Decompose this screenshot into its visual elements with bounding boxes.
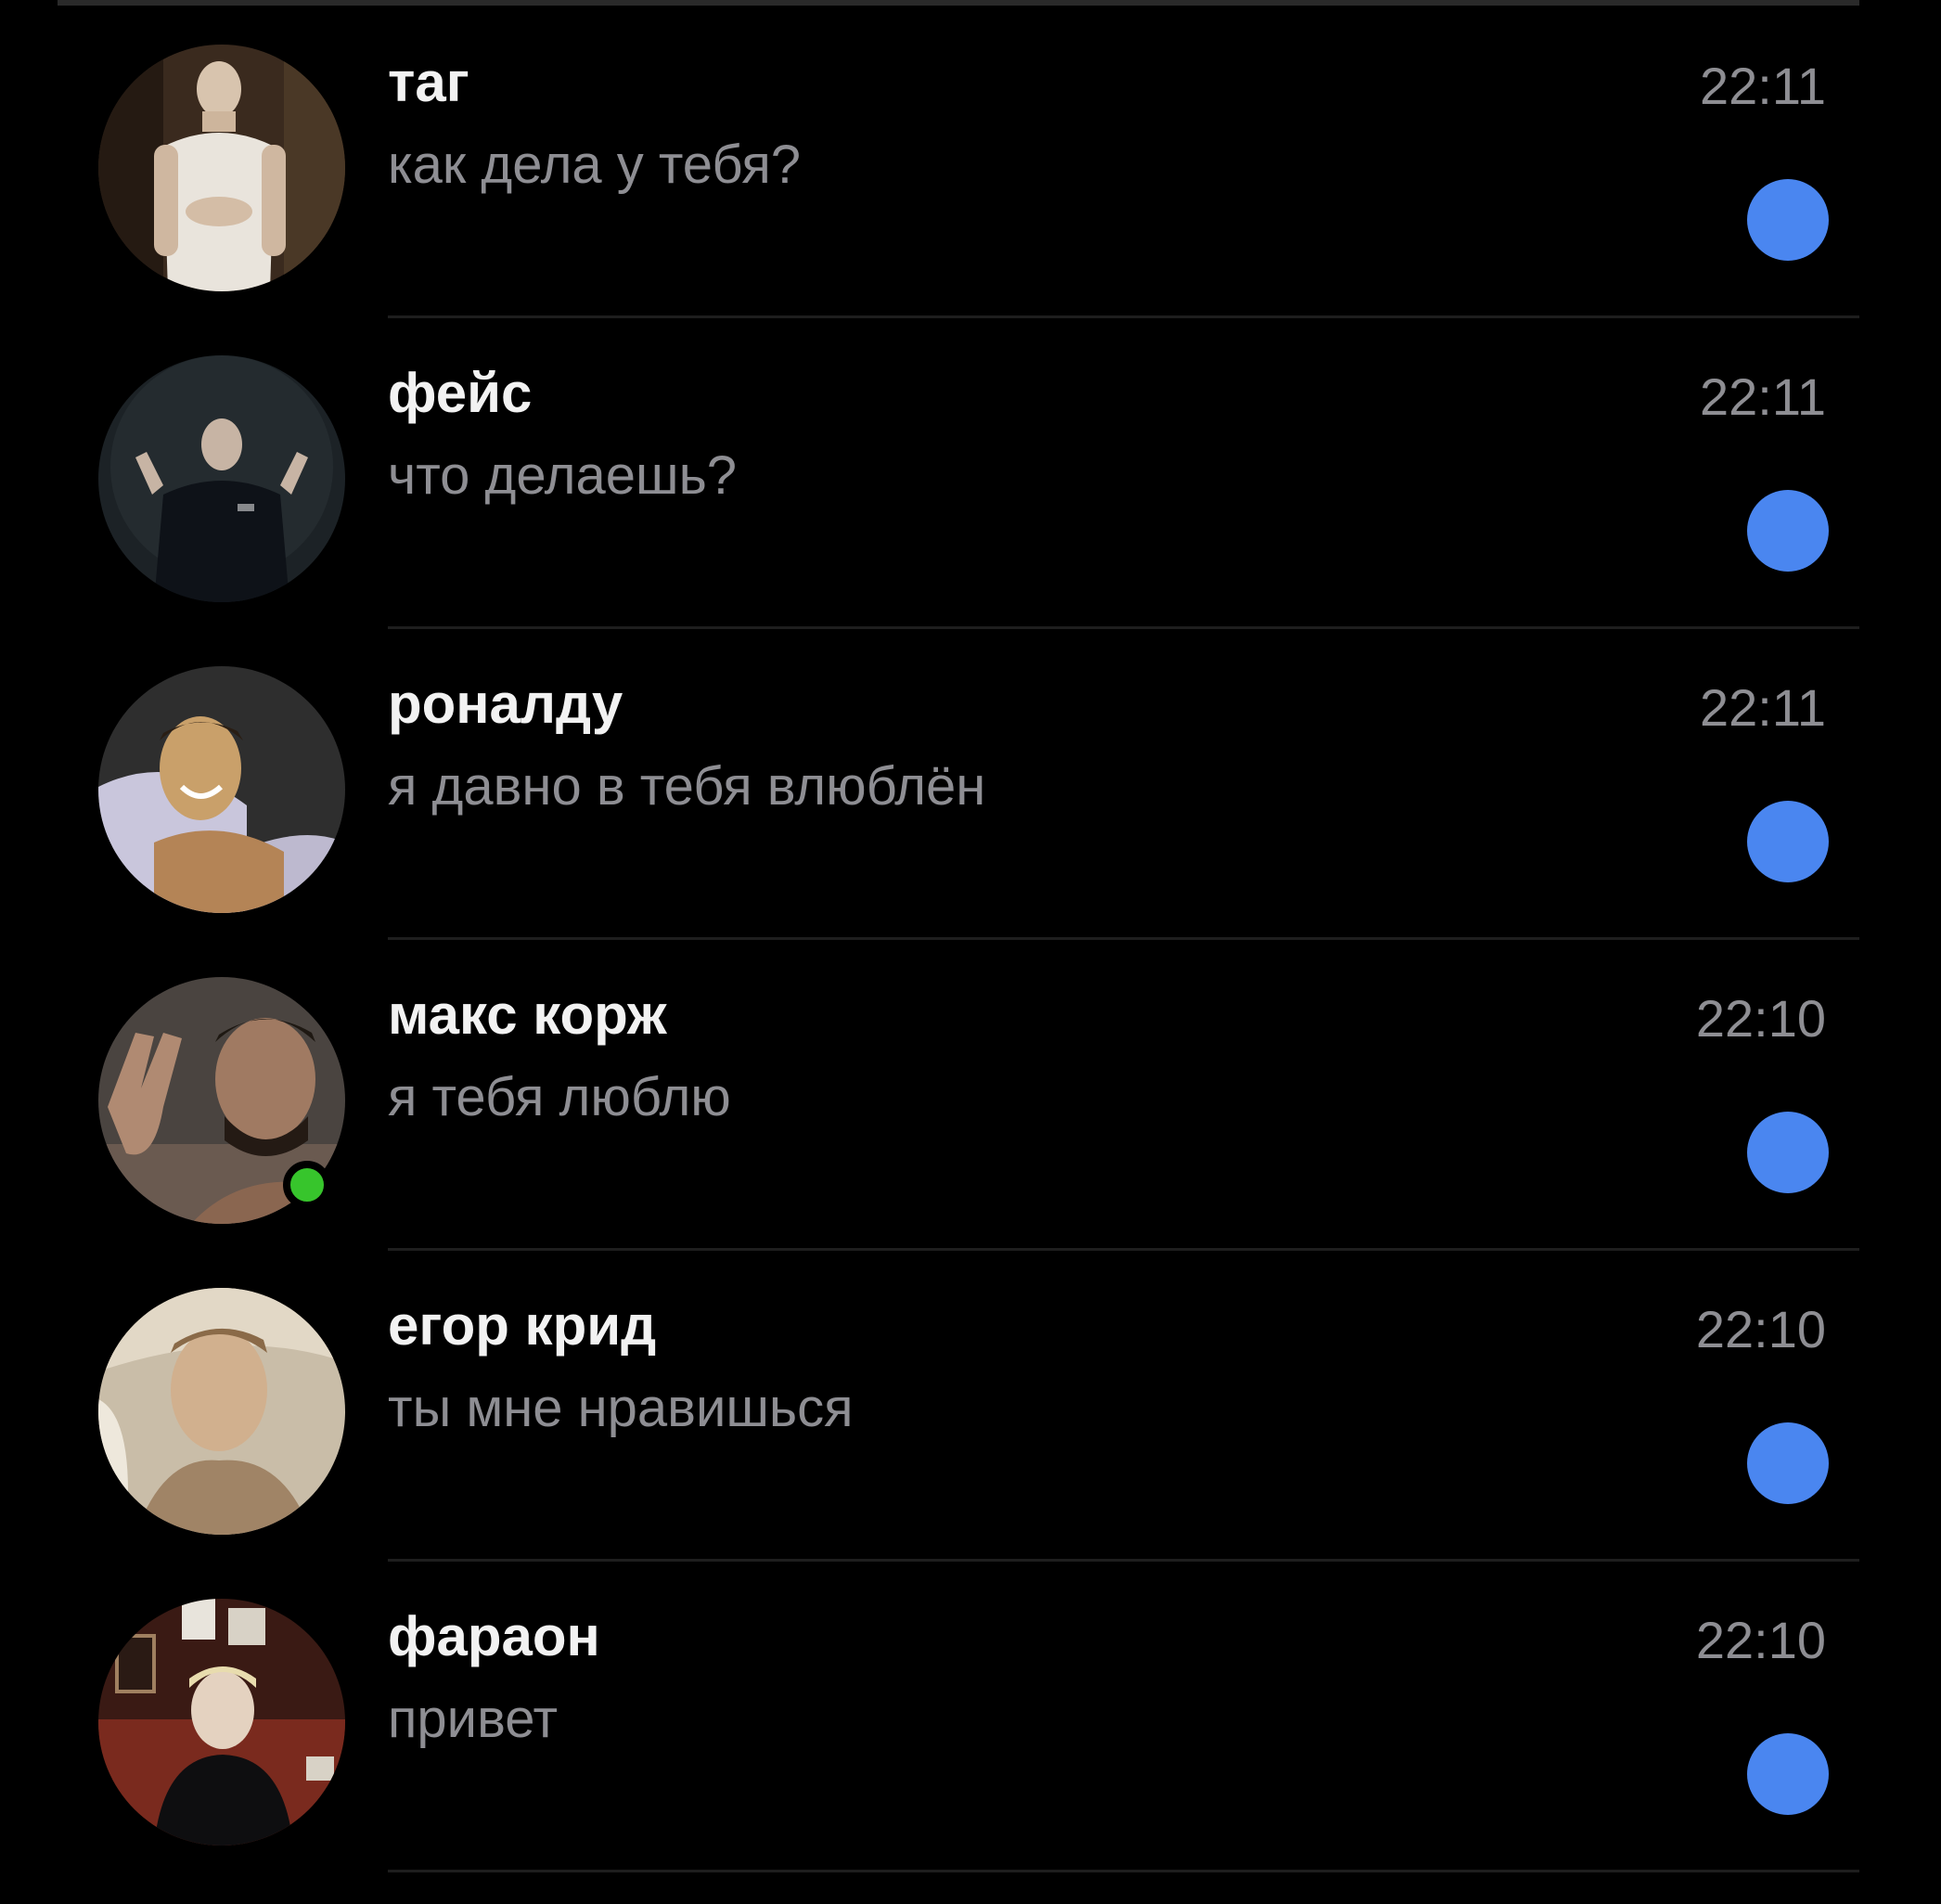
top-divider <box>58 0 1859 6</box>
message-preview: что делаешь? <box>388 445 738 506</box>
unread-indicator <box>1747 1422 1829 1504</box>
message-time: 22:10 <box>1695 1611 1826 1669</box>
message-preview: как дела у тебя? <box>388 135 802 195</box>
message-preview: я давно в тебя влюблён <box>388 756 986 817</box>
message-time: 22:11 <box>1700 367 1826 426</box>
unread-indicator <box>1747 801 1829 882</box>
chat-row[interactable]: таг как дела у тебя? 22:11 <box>0 7 1941 318</box>
message-preview: ты мне нравишься <box>388 1378 854 1438</box>
contact-name: фейс <box>388 362 533 424</box>
online-indicator <box>283 1161 331 1209</box>
avatar[interactable] <box>98 45 345 291</box>
unread-indicator <box>1747 490 1829 572</box>
chat-row[interactable]: макс корж я тебя люблю 22:10 <box>0 940 1941 1251</box>
contact-name: фараон <box>388 1605 600 1667</box>
contact-name: макс корж <box>388 984 667 1046</box>
message-time: 22:11 <box>1700 678 1826 737</box>
message-time: 22:10 <box>1695 989 1826 1048</box>
chat-row[interactable]: фейс что делаешь? 22:11 <box>0 318 1941 629</box>
message-preview: привет <box>388 1689 559 1749</box>
chat-list: таг как дела у тебя? 22:11 фейс что дела… <box>0 7 1941 1872</box>
avatar[interactable] <box>98 1288 345 1535</box>
message-time: 22:11 <box>1700 57 1826 115</box>
chat-row[interactable]: роналду я давно в тебя влюблён 22:11 <box>0 629 1941 940</box>
chat-row[interactable]: егор крид ты мне нравишься 22:10 <box>0 1251 1941 1562</box>
unread-indicator <box>1747 1733 1829 1815</box>
avatar[interactable] <box>98 666 345 913</box>
avatar[interactable] <box>98 355 345 602</box>
avatar[interactable] <box>98 1599 345 1846</box>
contact-name: таг <box>388 51 469 113</box>
unread-indicator <box>1747 1112 1829 1193</box>
message-time: 22:10 <box>1695 1300 1826 1358</box>
chat-row[interactable]: фараон привет 22:10 <box>0 1562 1941 1872</box>
row-divider <box>388 1870 1859 1872</box>
message-preview: я тебя люблю <box>388 1067 731 1127</box>
contact-name: роналду <box>388 673 623 735</box>
contact-name: егор крид <box>388 1294 657 1357</box>
unread-indicator <box>1747 179 1829 261</box>
